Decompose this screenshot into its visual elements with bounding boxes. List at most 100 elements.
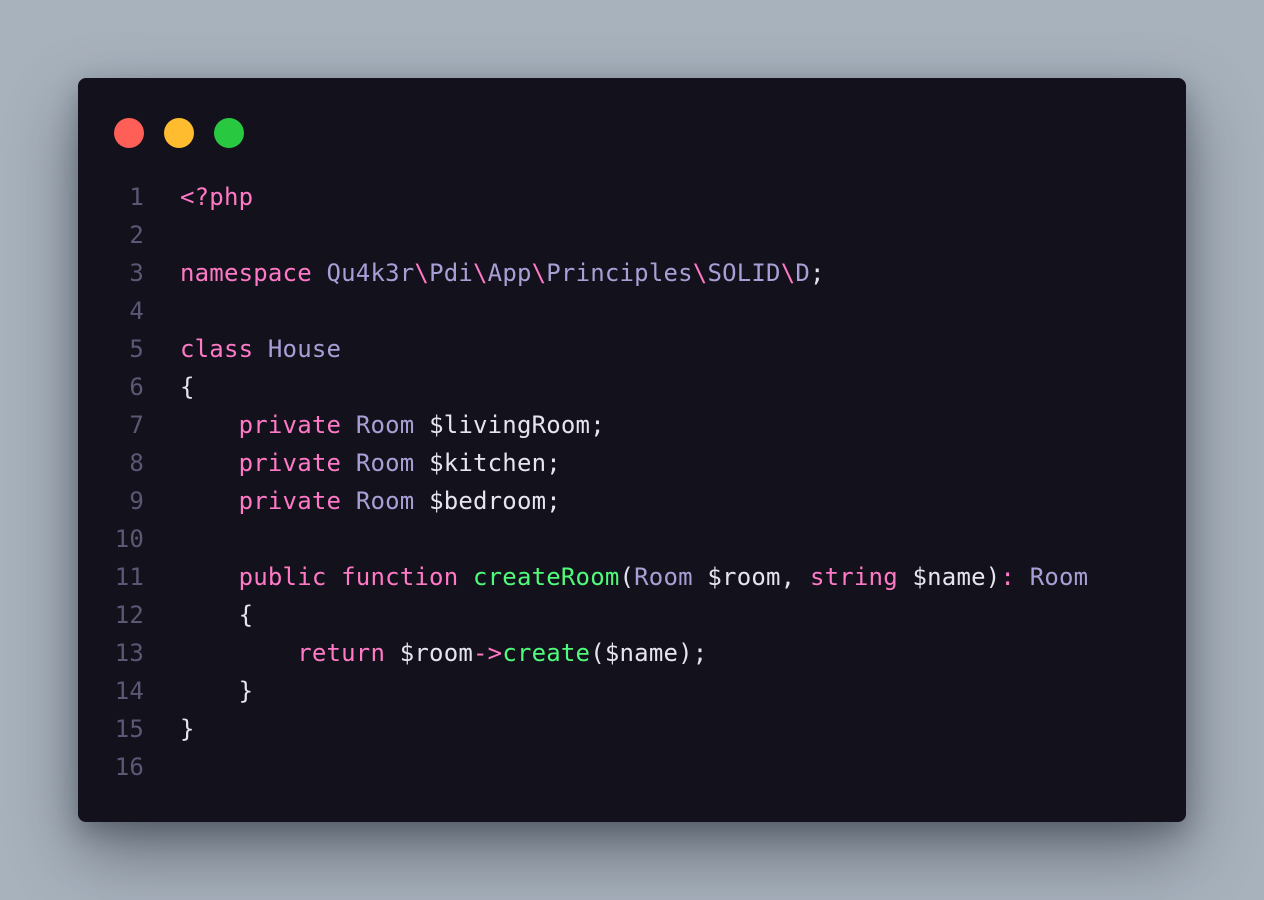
code-line: 16 xyxy=(78,748,1186,786)
line-number: 7 xyxy=(129,411,144,439)
code-line: 11 public function createRoom(Room $room… xyxy=(78,558,1186,596)
line-number: 8 xyxy=(129,449,144,477)
code-token-keyword: \ xyxy=(414,259,430,287)
line-code: { xyxy=(144,596,1186,634)
code-line: 3 namespace Qu4k3r\Pdi\App\Principles\SOL… xyxy=(78,254,1186,292)
line-code: return $room->create($name); xyxy=(144,634,1186,672)
line-number: 15 xyxy=(114,715,144,743)
line-code: class House xyxy=(144,330,1186,368)
code-line: 2 xyxy=(78,216,1186,254)
code-token-type: Room xyxy=(634,563,708,591)
code-token-plain: $kitchen; xyxy=(429,449,561,477)
line-number: 10 xyxy=(114,525,144,553)
code-token-plain: { xyxy=(238,601,254,629)
code-token-function: createRoom xyxy=(473,563,620,591)
code-token-plain: $room, xyxy=(707,563,810,591)
line-number: 11 xyxy=(114,563,144,591)
code-line: 12 { xyxy=(78,596,1186,634)
code-token-keyword: private xyxy=(238,411,356,439)
line-code: } xyxy=(144,672,1186,710)
code-line: 8 private Room $kitchen; xyxy=(78,444,1186,482)
code-token-keyword: \ xyxy=(473,259,488,287)
code-token-type: Room xyxy=(355,411,430,439)
code-line: 5 class House xyxy=(78,330,1186,368)
line-code: { xyxy=(144,368,1186,406)
code-token-plain: $room xyxy=(399,639,473,667)
code-token-type: SOLID xyxy=(707,259,781,287)
code-line: 10 xyxy=(78,520,1186,558)
code-token-keyword: return xyxy=(297,639,400,667)
maximize-button[interactable] xyxy=(214,118,244,148)
minimize-button[interactable] xyxy=(164,118,194,148)
code-line: 7 private Room $livingRoom; xyxy=(78,406,1186,444)
code-token-type: App xyxy=(487,259,532,287)
code-token-plain: ($name); xyxy=(590,639,708,667)
line-number: 3 xyxy=(129,259,144,287)
code-token-type: Room xyxy=(1029,563,1089,591)
line-number: 14 xyxy=(114,677,144,705)
code-token-keyword: private xyxy=(238,487,356,515)
code-token-type: Pdi xyxy=(429,259,474,287)
line-code: public function createRoom(Room $room, s… xyxy=(144,558,1186,596)
code-token-plain: } xyxy=(238,677,254,705)
code-token-type: D xyxy=(795,259,810,287)
code-line: 15} xyxy=(78,710,1186,748)
code-token-keyword: \ xyxy=(692,259,708,287)
line-number: 12 xyxy=(114,601,144,629)
code-token-keyword: class xyxy=(180,335,268,363)
window-controls xyxy=(114,118,244,148)
code-line: 6{ xyxy=(78,368,1186,406)
code-token-keyword: public function xyxy=(238,563,473,591)
code-window: 1 <?php 2 3 namespace Qu4k3r\Pdi\App\Princip… xyxy=(78,78,1186,822)
code-token-type: Room xyxy=(355,449,430,477)
close-button[interactable] xyxy=(114,118,144,148)
code-token-type: Room xyxy=(355,487,430,515)
code-token-keyword: -> xyxy=(473,639,503,667)
code-token-keyword: \ xyxy=(780,259,796,287)
line-number: 9 xyxy=(129,487,144,515)
code-token-plain: $bedroom; xyxy=(429,487,561,515)
line-number: 5 xyxy=(129,335,144,363)
code-token-type: House xyxy=(267,335,342,363)
line-number: 6 xyxy=(129,373,144,401)
line-code: namespace Qu4k3r\Pdi\App\Principles\SOLI… xyxy=(144,254,1186,292)
code-token-function: create xyxy=(502,639,591,667)
code-token-plain: $livingRoom; xyxy=(429,411,605,439)
code-token-plain: } xyxy=(180,715,195,743)
code-line: 4 xyxy=(78,292,1186,330)
code-block: 1 <?php 2 3 namespace Qu4k3r\Pdi\App\Princip… xyxy=(78,178,1186,786)
line-code: private Room $kitchen; xyxy=(144,444,1186,482)
line-number: 16 xyxy=(114,753,144,781)
code-line: 9 private Room $bedroom; xyxy=(78,482,1186,520)
code-token-plain: { xyxy=(180,373,195,401)
code-token-keyword: namespace xyxy=(180,259,327,287)
line-code: private Room $bedroom; xyxy=(144,482,1186,520)
code-line: 1 <?php xyxy=(78,178,1186,216)
code-token-plain: ; xyxy=(810,259,825,287)
line-code: private Room $livingRoom; xyxy=(144,406,1186,444)
code-token-keyword: <?php xyxy=(180,183,254,211)
code-token-keyword: \ xyxy=(531,259,547,287)
code-token-keyword: : xyxy=(1000,563,1030,591)
code-token-type: Qu4k3r xyxy=(326,259,415,287)
line-number: 13 xyxy=(114,639,144,667)
code-token-keyword: string xyxy=(809,563,913,591)
line-code: } xyxy=(144,710,1186,748)
line-code: <?php xyxy=(144,178,1186,216)
line-number: 4 xyxy=(129,297,144,325)
code-line: 13 return $room->create($name); xyxy=(78,634,1186,672)
line-number: 2 xyxy=(129,221,144,249)
code-token-type: Principles xyxy=(546,259,693,287)
line-number: 1 xyxy=(129,183,144,211)
